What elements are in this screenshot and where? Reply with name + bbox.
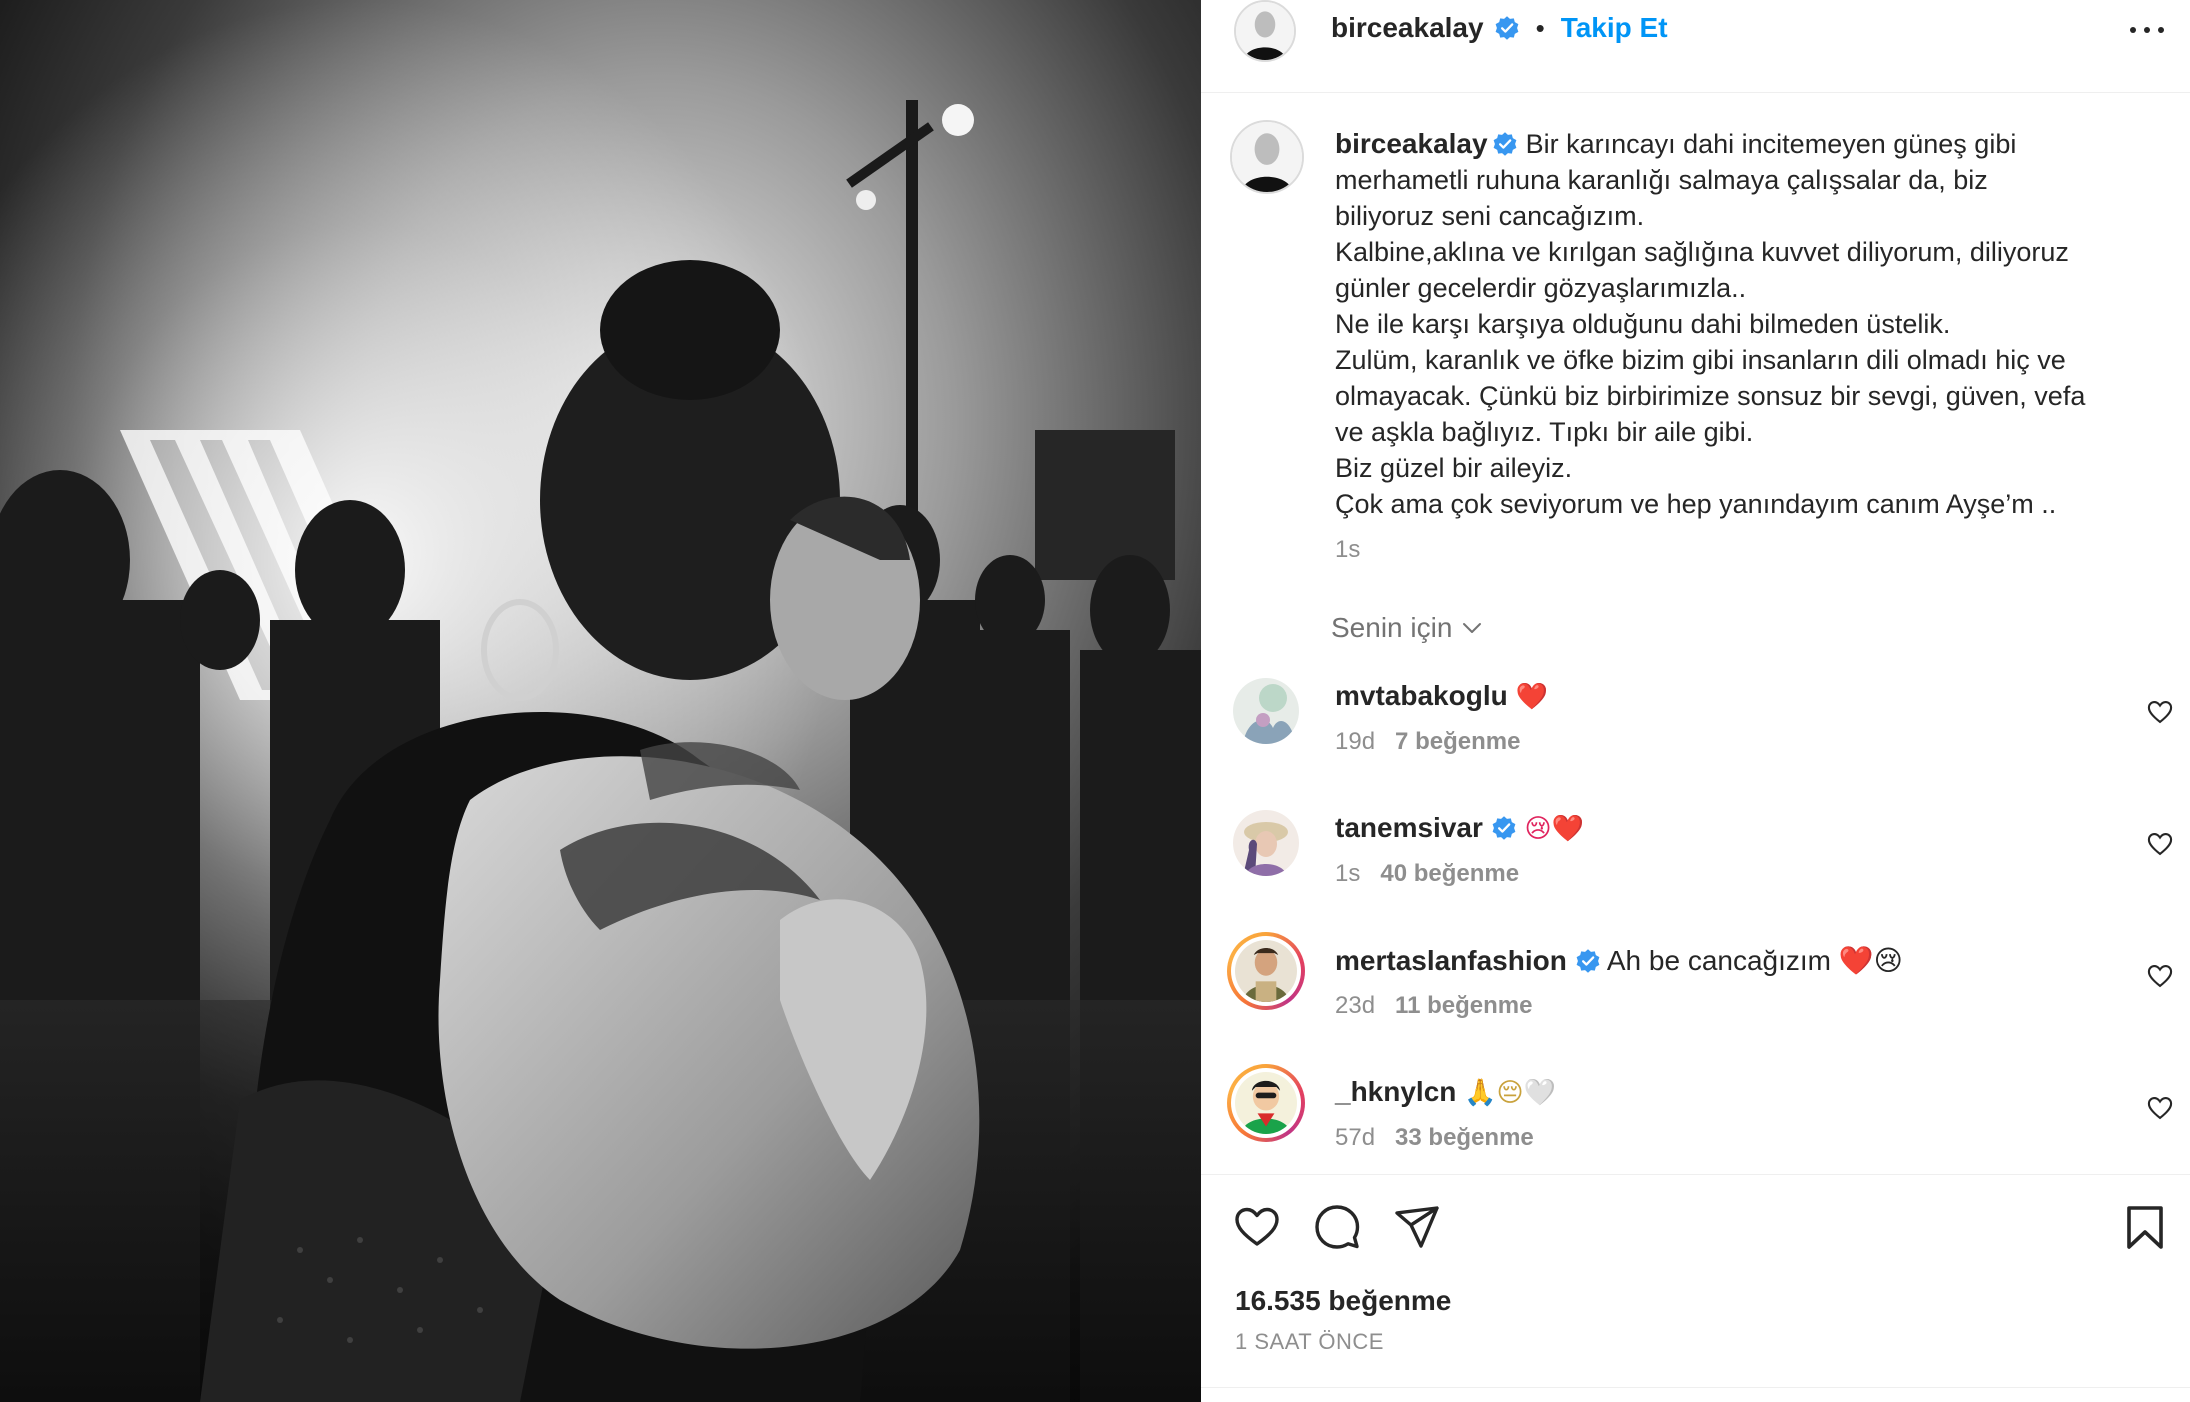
paper-plane-icon[interactable] — [1393, 1203, 1441, 1251]
commenter-avatar[interactable] — [1233, 810, 1299, 876]
post-details-panel: birceakalay • Takip Et birceakalay Bir ka… — [1201, 0, 2190, 1402]
heart-icon[interactable] — [2146, 1094, 2174, 1122]
caption-line: Biz güzel bir aileyiz. — [1335, 453, 1573, 483]
caption-line: Kalbine,aklına ve kırılgan sağlığına kuv… — [1335, 237, 2069, 267]
chevron-down-icon — [1463, 623, 1482, 633]
commenter-avatar-image — [1235, 1072, 1297, 1134]
commenter-avatar[interactable] — [1227, 1064, 1305, 1142]
caption-line: Bir karıncayı dahi incitemeyen güneş gib… — [1525, 129, 2017, 159]
commenter-avatar-image — [1233, 678, 1299, 744]
separator-dot: • — [1535, 12, 1545, 43]
comment-likes[interactable]: 11 beğenme — [1395, 992, 1532, 1019]
comment-time[interactable]: 1s — [1335, 860, 1360, 887]
comment-sort-label: Senin için — [1331, 612, 1453, 643]
verified-badge-icon — [1492, 816, 1516, 840]
comment-item: mvtabakoglu ❤️ 19d 7 beğenme — [1201, 678, 2190, 798]
caption-line: olmayacak. Çünkü biz birbirimize sonsuz … — [1335, 381, 2086, 411]
post-timestamp[interactable]: 1 SAAT ÖNCE — [1235, 1329, 1384, 1355]
post-header: birceakalay • Takip Et — [1201, 0, 2190, 93]
author-avatar-image — [1236, 2, 1294, 60]
comment-likes[interactable]: 40 beğenme — [1380, 860, 1519, 887]
comment-time[interactable]: 57d — [1335, 1124, 1375, 1151]
comment-bubble-icon[interactable] — [1313, 1203, 1361, 1251]
photo-image — [0, 0, 1201, 1402]
heart-icon[interactable] — [2146, 698, 2174, 726]
caption-author-avatar[interactable] — [1230, 120, 1304, 194]
commenter-avatar-image — [1235, 940, 1297, 1002]
caption-line: Zulüm, karanlık ve öfke bizim gibi insan… — [1335, 345, 2066, 375]
caption-line: Ne ile karşı karşıya olduğunu dahi bilme… — [1335, 309, 1951, 339]
caption-line: ve aşkla bağlıyız. Tıpkı bir aile gibi. — [1335, 417, 1754, 447]
verified-badge-icon — [1493, 132, 1516, 156]
divider — [1201, 1387, 2190, 1388]
author-avatar[interactable] — [1234, 0, 1296, 62]
comment-text: Ah be cancağızım ❤️😢 — [1606, 945, 1903, 976]
comment-text: ❤️ — [1515, 682, 1548, 712]
caption-line: merhametli ruhuna karanlığı salmaya çalı… — [1335, 165, 1988, 195]
comment-item: mertaslanfashion Ah be cancağızım ❤️😢 23… — [1201, 932, 2190, 1062]
caption-line: günler gecelerdir gözyaşlarımızla.. — [1335, 273, 1747, 303]
heart-icon[interactable] — [2146, 962, 2174, 990]
comment-likes[interactable]: 7 beğenme — [1395, 728, 1520, 755]
caption-line: biliyoruz seni cancağızım. — [1335, 201, 1645, 231]
post-photo[interactable] — [0, 0, 1201, 1402]
comment-username[interactable]: _hknylcn — [1335, 1076, 1456, 1107]
caption-avatar-image — [1232, 122, 1302, 192]
caption-line: Çok ama çok seviyorum ve hep yanındayım … — [1335, 489, 2057, 519]
comment-username[interactable]: mertaslanfashion — [1335, 945, 1567, 976]
follow-button[interactable]: Takip Et — [1561, 12, 1668, 44]
comment-likes[interactable]: 33 beğenme — [1395, 1124, 1534, 1151]
heart-icon[interactable] — [1233, 1203, 1281, 1251]
caption-username[interactable]: birceakalay — [1335, 128, 1488, 159]
post-caption: birceakalay Bir karıncayı dahi incitemeye… — [1335, 126, 2165, 522]
heart-icon[interactable] — [2146, 830, 2174, 858]
more-dots-icon[interactable] — [2130, 20, 2164, 40]
verified-badge-icon — [1576, 949, 1600, 973]
comment-username[interactable]: tanemsivar — [1335, 812, 1483, 843]
comment-time[interactable]: 19d — [1335, 728, 1375, 755]
author-username[interactable]: birceakalay — [1331, 12, 1484, 44]
comment-text: 🙏😔🤍 — [1464, 1078, 1557, 1108]
caption-timestamp[interactable]: 1s — [1335, 536, 1360, 564]
comment-time[interactable]: 23d — [1335, 992, 1375, 1019]
post-like-count[interactable]: 16.535 beğenme — [1235, 1285, 1451, 1317]
commenter-avatar-image — [1233, 810, 1299, 876]
post-actions: 16.535 beğenme 1 SAAT ÖNCE — [1201, 1174, 2190, 1402]
comment-username[interactable]: mvtabakoglu — [1335, 680, 1508, 711]
comment-sort-dropdown[interactable]: Senin için — [1331, 612, 1484, 644]
comment-text: 😢❤️ — [1524, 814, 1584, 844]
commenter-avatar[interactable] — [1233, 678, 1299, 744]
comment-item: tanemsivar 😢❤️ 1s 40 beğenme — [1201, 810, 2190, 930]
commenter-avatar[interactable] — [1227, 932, 1305, 1010]
verified-badge-icon — [1495, 16, 1518, 40]
bookmark-icon[interactable] — [2121, 1203, 2169, 1251]
